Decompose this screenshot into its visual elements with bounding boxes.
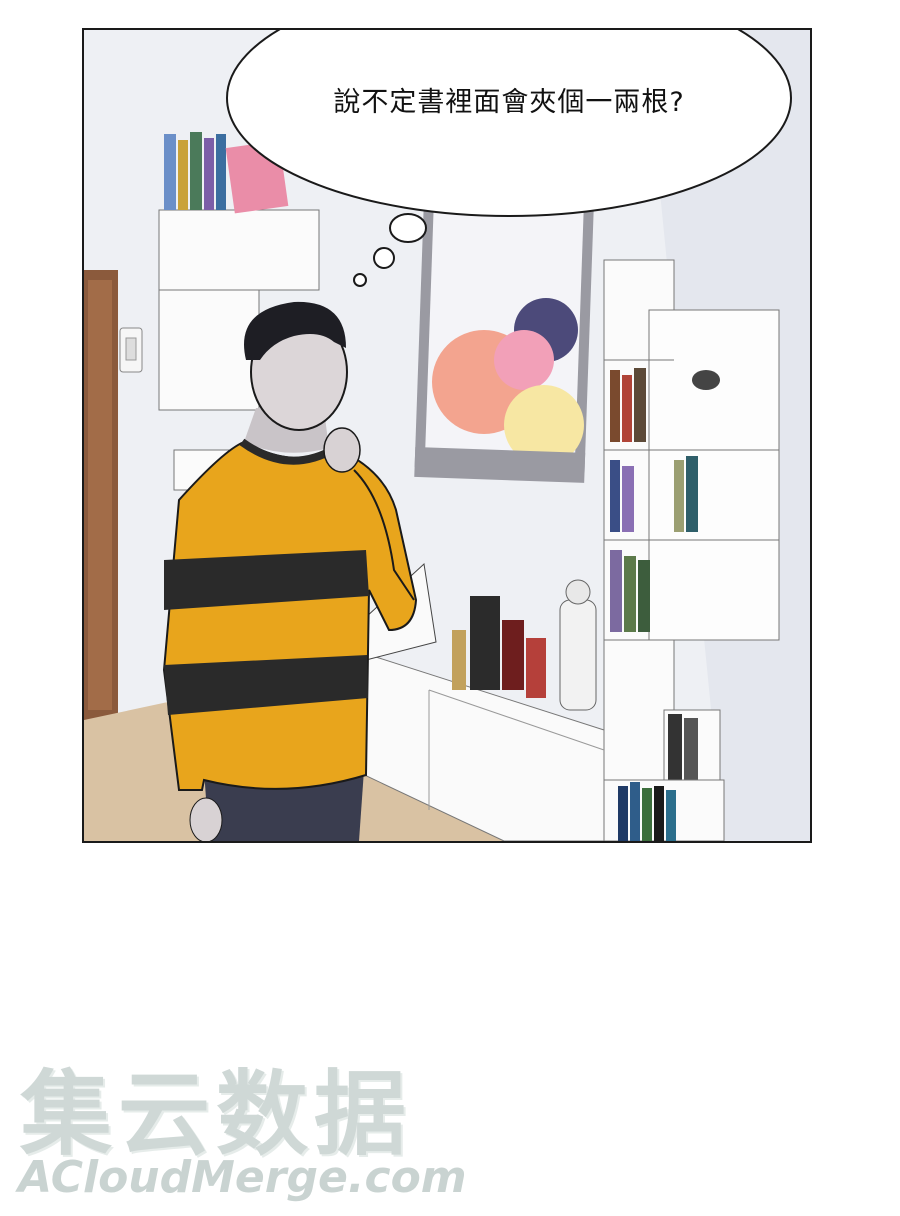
room-illustration — [84, 30, 810, 841]
watermark: 集云数据 ACloudMerge.com — [10, 1040, 490, 1210]
watermark-latin-text: ACloudMerge.com — [18, 1152, 467, 1203]
comic-panel: 說不定書裡面會夾個一兩根? — [82, 28, 812, 843]
speech-bubble-text: 說不定書裡面會夾個一兩根? — [333, 87, 685, 118]
